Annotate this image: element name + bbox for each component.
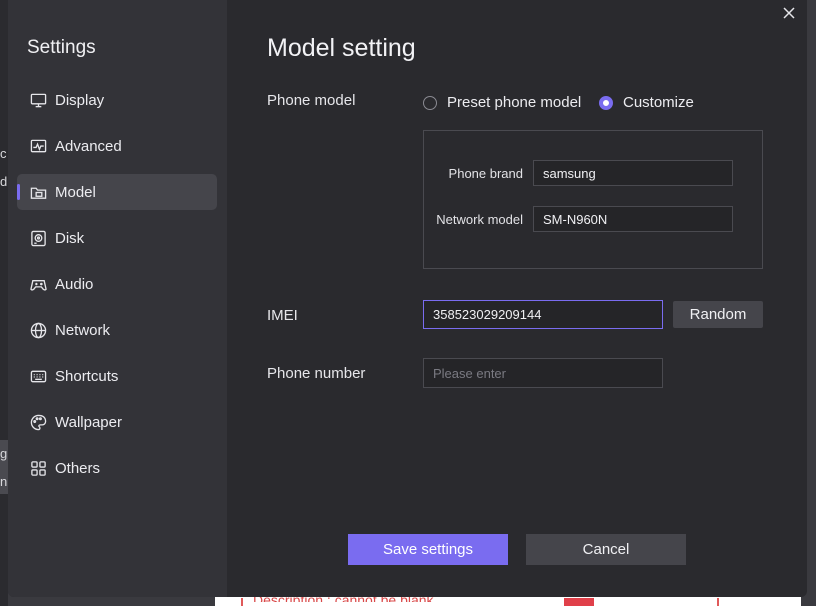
- pulse-icon: [29, 137, 47, 155]
- sidebar-item-shortcuts[interactable]: Shortcuts: [17, 358, 217, 394]
- palette-icon: [29, 413, 47, 431]
- custom-model-group: Phone brand Network model: [423, 130, 763, 269]
- background-text-fragment: c: [0, 146, 7, 161]
- background-text-fragment: d: [0, 174, 8, 189]
- close-icon: [783, 7, 795, 19]
- settings-dialog: Settings Display Advanced Model Disk Aud…: [8, 0, 807, 597]
- sidebar-item-label: Model: [55, 183, 96, 201]
- sidebar-item-wallpaper[interactable]: Wallpaper: [17, 404, 217, 440]
- phone-number-label: Phone number: [267, 365, 366, 382]
- sidebar-item-label: Wallpaper: [55, 413, 122, 431]
- sidebar-item-others[interactable]: Others: [17, 450, 217, 486]
- background-error-badge: [564, 598, 594, 606]
- sidebar-item-audio[interactable]: Audio: [17, 266, 217, 302]
- sidebar-item-display[interactable]: Display: [17, 82, 217, 118]
- save-settings-button[interactable]: Save settings: [348, 534, 508, 565]
- sidebar-item-advanced[interactable]: Advanced: [17, 128, 217, 164]
- sidebar: Settings Display Advanced Model Disk Aud…: [8, 0, 227, 597]
- radio-label: Customize: [623, 94, 694, 111]
- sidebar-item-label: Advanced: [55, 137, 122, 155]
- sidebar-item-model[interactable]: Model: [17, 174, 217, 210]
- sidebar-item-label: Others: [55, 459, 101, 477]
- phone-number-input[interactable]: [423, 358, 663, 388]
- disk-icon: [29, 229, 47, 247]
- sidebar-item-label: Disk: [55, 229, 85, 247]
- random-imei-button[interactable]: Random: [673, 301, 763, 328]
- background-app-edge: [0, 0, 8, 606]
- radio-indicator: [423, 95, 437, 110]
- radio-preset-phone-model[interactable]: Preset phone model: [423, 94, 581, 111]
- globe-icon: [29, 321, 47, 339]
- sidebar-item-network[interactable]: Network: [17, 312, 217, 348]
- close-button[interactable]: [782, 6, 800, 24]
- sidebar-item-label: Display: [55, 91, 105, 109]
- grid-icon: [29, 459, 47, 477]
- background-error-message: Description : cannot be blank: [241, 594, 719, 606]
- sidebar-item-label: Shortcuts: [55, 367, 119, 385]
- sidebar-item-label: Network: [55, 321, 111, 339]
- phone-model-label: Phone model: [267, 92, 356, 109]
- radio-customize[interactable]: Customize: [599, 94, 694, 111]
- phone-brand-input[interactable]: [533, 160, 733, 186]
- monitor-icon: [29, 91, 47, 109]
- imei-label: IMEI: [267, 307, 298, 324]
- radio-label: Preset phone model: [447, 94, 582, 111]
- network-model-input[interactable]: [533, 206, 733, 232]
- background-text-fragment: g: [0, 446, 8, 461]
- cancel-button[interactable]: Cancel: [526, 534, 686, 565]
- background-text-fragment: n: [0, 474, 8, 489]
- page-title: Model setting: [267, 34, 416, 62]
- network-model-label: Network model: [436, 212, 523, 227]
- gamepad-icon: [29, 275, 47, 293]
- imei-input[interactable]: [423, 300, 663, 329]
- sidebar-item-label: Audio: [55, 275, 94, 293]
- radio-indicator: [599, 95, 613, 110]
- sidebar-title: Settings: [27, 37, 96, 58]
- sidebar-nav: Display Advanced Model Disk Audio Networ…: [17, 82, 217, 496]
- keyboard-icon: [29, 367, 47, 385]
- sidebar-item-disk[interactable]: Disk: [17, 220, 217, 256]
- folder-icon: [29, 183, 47, 201]
- phone-brand-label: Phone brand: [448, 166, 523, 181]
